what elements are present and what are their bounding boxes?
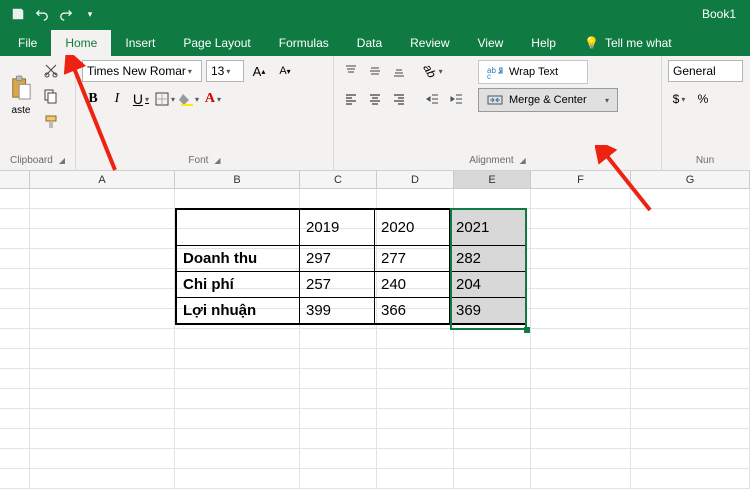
- col-header[interactable]: D: [377, 171, 454, 188]
- group-number: General $▾ % Nun: [662, 56, 748, 170]
- copy-button[interactable]: [40, 86, 62, 106]
- col-header[interactable]: G: [631, 171, 750, 188]
- align-bottom-button[interactable]: [388, 60, 410, 82]
- select-all[interactable]: [0, 171, 30, 188]
- tab-formulas[interactable]: Formulas: [265, 30, 343, 56]
- align-middle-button[interactable]: [364, 60, 386, 82]
- increase-indent-button[interactable]: [446, 88, 468, 110]
- col-header[interactable]: F: [531, 171, 631, 188]
- tab-review[interactable]: Review: [396, 30, 463, 56]
- decrease-indent-button[interactable]: [422, 88, 444, 110]
- underline-button[interactable]: U▾: [130, 88, 152, 110]
- paste-label: aste: [12, 105, 31, 116]
- chevron-down-icon[interactable]: ▾: [605, 96, 609, 105]
- tab-view[interactable]: View: [464, 30, 518, 56]
- selection-handle[interactable]: [524, 327, 530, 333]
- orientation-button[interactable]: ab▾: [422, 60, 444, 82]
- merge-center-label: Merge & Center: [509, 94, 587, 106]
- col-header-cell[interactable]: 2021: [450, 210, 525, 246]
- group-clipboard: aste Clipboard ◢: [0, 56, 76, 170]
- worksheet[interactable]: A B C D E F G // rows will be generated …: [0, 171, 750, 489]
- tell-me[interactable]: 💡 Tell me what: [574, 30, 682, 56]
- number-format-combo[interactable]: General: [668, 60, 743, 82]
- font-size-value: 13: [211, 64, 224, 78]
- clipboard-label: Clipboard: [10, 155, 53, 166]
- wrap-text-icon: abc: [487, 65, 503, 79]
- merge-center-button[interactable]: Merge & Center ▾: [478, 88, 618, 112]
- decrease-font-icon[interactable]: A▾: [274, 60, 296, 82]
- data-cell[interactable]: 277: [375, 246, 450, 272]
- bulb-icon: 💡: [584, 36, 599, 50]
- title-bar: ▾ Book1: [0, 0, 750, 28]
- tab-insert[interactable]: Insert: [111, 30, 169, 56]
- align-top-button[interactable]: [340, 60, 362, 82]
- increase-font-icon[interactable]: A▴: [248, 60, 270, 82]
- row-header-cell[interactable]: Lợi nhuận: [177, 298, 300, 323]
- borders-button[interactable]: ▾: [154, 88, 176, 110]
- align-right-button[interactable]: [388, 88, 410, 110]
- percent-format-button[interactable]: %: [692, 88, 714, 110]
- group-alignment: ab▾ abc Wrap Text: [334, 56, 662, 170]
- merge-icon: [487, 93, 503, 107]
- tab-file[interactable]: File: [4, 30, 51, 56]
- qat-dropdown[interactable]: ▾: [78, 2, 102, 26]
- data-cell[interactable]: 257: [300, 272, 375, 298]
- dialog-launcher-icon[interactable]: ◢: [214, 156, 220, 165]
- font-color-button[interactable]: A▾: [202, 88, 224, 110]
- number-format-value: General: [673, 64, 716, 78]
- font-size-combo[interactable]: 13▾: [206, 60, 244, 82]
- row-header-cell[interactable]: Doanh thu: [177, 246, 300, 272]
- undo-button[interactable]: [30, 2, 54, 26]
- col-header[interactable]: E: [454, 171, 531, 188]
- data-cell[interactable]: 369: [450, 298, 525, 323]
- data-table: 2019 2020 2021 Doanh thu 297 277 282 Chi…: [175, 208, 527, 325]
- col-header[interactable]: C: [300, 171, 377, 188]
- table-corner[interactable]: [177, 210, 300, 246]
- document-title: Book1: [702, 7, 744, 21]
- tab-home[interactable]: Home: [51, 30, 111, 56]
- format-painter-button[interactable]: [40, 112, 62, 132]
- italic-button[interactable]: I: [106, 88, 128, 110]
- align-left-button[interactable]: [340, 88, 362, 110]
- data-cell[interactable]: 399: [300, 298, 375, 323]
- data-cell[interactable]: 366: [375, 298, 450, 323]
- data-cell[interactable]: 240: [375, 272, 450, 298]
- group-font: Times New Romar▾ 13▾ A▴ A▾ B I U▾ ▾ ▾ A▾…: [76, 56, 334, 170]
- accounting-format-button[interactable]: $▾: [668, 88, 690, 110]
- dialog-launcher-icon[interactable]: ◢: [520, 156, 526, 165]
- tab-page-layout[interactable]: Page Layout: [169, 30, 264, 56]
- paste-button[interactable]: aste: [6, 60, 36, 130]
- tab-help[interactable]: Help: [517, 30, 570, 56]
- column-headers: A B C D E F G: [0, 171, 750, 189]
- font-label: Font: [188, 155, 208, 166]
- number-label: Nun: [696, 155, 714, 166]
- dialog-launcher-icon[interactable]: ◢: [59, 156, 65, 165]
- col-header[interactable]: A: [30, 171, 175, 188]
- ribbon: aste Clipboard ◢ Times New Romar▾ 13▾ A▴ …: [0, 56, 750, 171]
- col-header[interactable]: B: [175, 171, 300, 188]
- fill-color-button[interactable]: ▾: [178, 88, 200, 110]
- data-cell[interactable]: 297: [300, 246, 375, 272]
- col-header-cell[interactable]: 2019: [300, 210, 375, 246]
- data-cell[interactable]: 282: [450, 246, 525, 272]
- wrap-text-button[interactable]: abc Wrap Text: [478, 60, 588, 84]
- bold-button[interactable]: B: [82, 88, 104, 110]
- alignment-label: Alignment: [469, 155, 513, 166]
- font-name-combo[interactable]: Times New Romar▾: [82, 60, 202, 82]
- font-name-value: Times New Romar: [87, 64, 186, 78]
- wrap-text-label: Wrap Text: [509, 66, 558, 78]
- cut-button[interactable]: [40, 60, 62, 80]
- tab-data[interactable]: Data: [343, 30, 396, 56]
- row-header-cell[interactable]: Chi phí: [177, 272, 300, 298]
- svg-text:c: c: [487, 72, 491, 79]
- align-center-button[interactable]: [364, 88, 386, 110]
- tell-me-label: Tell me what: [605, 36, 672, 50]
- col-header-cell[interactable]: 2020: [375, 210, 450, 246]
- ribbon-tabs: File Home Insert Page Layout Formulas Da…: [0, 28, 750, 56]
- data-cell[interactable]: 204: [450, 272, 525, 298]
- save-icon[interactable]: [6, 2, 30, 26]
- redo-button[interactable]: [54, 2, 78, 26]
